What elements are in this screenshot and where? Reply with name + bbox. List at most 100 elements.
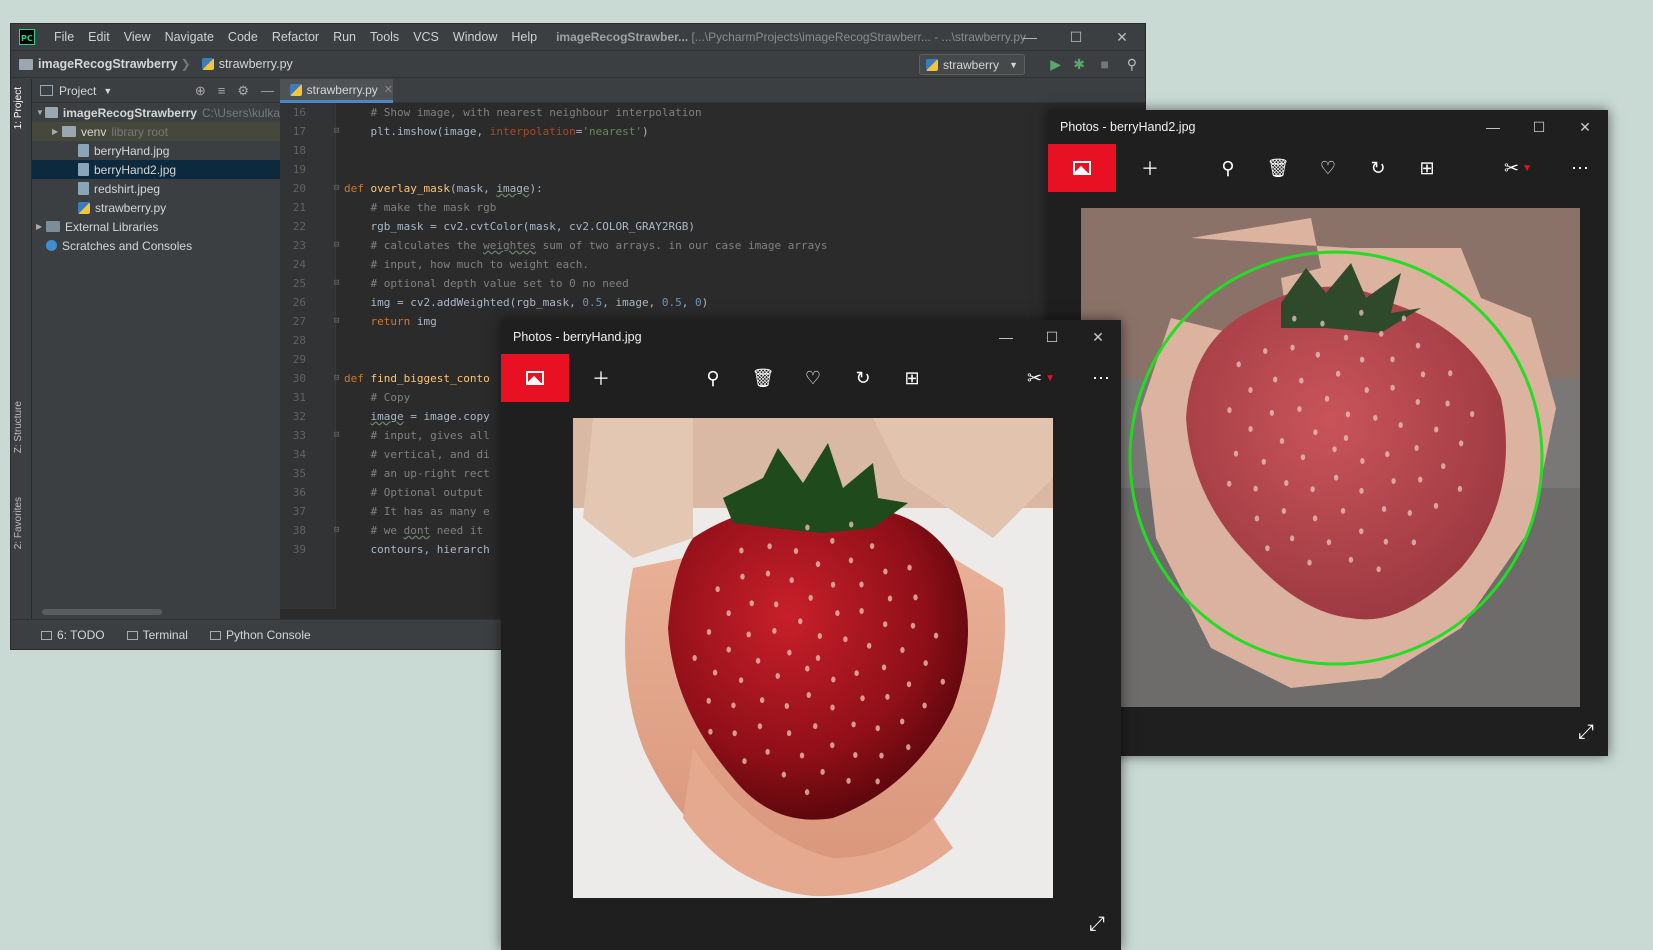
favorite-icon[interactable]: ♡ — [1308, 144, 1348, 192]
tab-strawberry-py[interactable]: strawberry.py ✕ — [280, 79, 393, 103]
locate-icon[interactable]: ⊕ — [195, 83, 206, 99]
seed — [907, 564, 912, 571]
seed — [843, 636, 848, 643]
edit-icon[interactable]: ✂ ▼ — [1021, 354, 1061, 402]
collapsed-arrow-icon[interactable]: ▶ — [52, 127, 62, 136]
favorite-icon[interactable]: ♡ — [793, 354, 833, 402]
delete-icon[interactable]: 🗑 — [743, 354, 783, 402]
code-text: # vertical, and di — [344, 448, 490, 461]
add-icon[interactable]: ＋ — [1130, 144, 1170, 192]
python-file-icon — [201, 58, 214, 70]
dropdown-arrow-icon[interactable]: ▼ — [103, 86, 112, 96]
fold-marker-icon[interactable]: ⊟ — [334, 236, 339, 255]
tree-item[interactable]: ▶ venv library root — [32, 122, 280, 141]
minimize-icon[interactable]: — — [1007, 24, 1053, 50]
add-icon[interactable]: ＋ — [581, 354, 621, 402]
menu-item-tools[interactable]: Tools — [363, 30, 406, 44]
seed — [875, 778, 880, 785]
close-icon[interactable]: ✕ — [1099, 24, 1145, 50]
seed — [772, 627, 777, 634]
fold-marker-icon[interactable]: ⊟ — [334, 426, 339, 445]
close-icon[interactable]: ✕ — [1562, 110, 1608, 144]
maximize-icon[interactable]: ☐ — [1516, 110, 1562, 144]
minimize-icon[interactable]: — — [1470, 110, 1516, 144]
zoom-icon[interactable]: ⚲ — [1208, 144, 1248, 192]
tree-item[interactable]: ▼ imageRecogStrawberry C:\Users\kulka — [32, 103, 280, 122]
collapsed-arrow-icon[interactable]: ▶ — [36, 222, 46, 231]
tree-item[interactable]: berryHand2.jpg — [32, 160, 280, 179]
collapse-icon[interactable]: ≡ — [218, 83, 226, 99]
breadcrumb-file[interactable]: strawberry.py — [219, 57, 293, 71]
seed — [1289, 535, 1295, 542]
fold-marker-icon[interactable]: ⊟ — [334, 369, 339, 388]
seed — [1345, 411, 1351, 418]
menu-item-edit[interactable]: Edit — [81, 30, 117, 44]
menu-item-vcs[interactable]: VCS — [406, 30, 446, 44]
seed — [1297, 406, 1302, 413]
bottom-tab[interactable]: 6: TODO — [41, 628, 105, 642]
tree-item[interactable]: strawberry.py — [32, 198, 280, 217]
menu-item-window[interactable]: Window — [446, 30, 504, 44]
debug-icon[interactable]: ✱ — [1073, 56, 1085, 73]
menu-item-run[interactable]: Run — [326, 30, 363, 44]
close-icon[interactable]: ✕ — [1075, 320, 1121, 354]
fold-marker-icon[interactable]: ⊟ — [334, 122, 339, 141]
tool-tab-favorites[interactable]: 2: Favorites — [13, 497, 24, 549]
menu-item-file[interactable]: File — [47, 30, 81, 44]
rotate-icon[interactable]: ↻ — [843, 354, 883, 402]
tool-tab-structure[interactable]: Z: Structure — [13, 401, 24, 453]
menu-item-refactor[interactable]: Refactor — [265, 30, 326, 44]
zoom-icon[interactable]: ⚲ — [693, 354, 733, 402]
stop-icon[interactable]: ■ — [1101, 56, 1109, 72]
tree-item[interactable]: Scratches and Consoles — [32, 236, 280, 255]
line-number: 27 — [292, 315, 306, 328]
menu-item-help[interactable]: Help — [504, 30, 544, 44]
more-icon[interactable]: ⋯ — [1081, 354, 1121, 402]
delete-icon[interactable]: 🗑 — [1258, 144, 1298, 192]
search-icon[interactable]: ⚲ — [1127, 56, 1137, 73]
edit-icon[interactable]: ✂ ▼ — [1498, 144, 1538, 192]
fold-marker-icon[interactable]: ⊟ — [334, 312, 339, 331]
menu-item-view[interactable]: View — [117, 30, 158, 44]
menu-item-code[interactable]: Code — [221, 30, 265, 44]
seed — [906, 744, 911, 751]
breadcrumb-project[interactable]: imageRecogStrawberry — [38, 57, 178, 71]
see-all-photos-button[interactable] — [1048, 144, 1116, 192]
rotate-icon[interactable]: ↻ — [1358, 144, 1398, 192]
expanded-arrow-icon[interactable]: ▼ — [36, 108, 45, 117]
project-view-select[interactable]: Project — [59, 84, 96, 98]
fold-marker-icon[interactable]: ⊟ — [334, 179, 339, 198]
hide-icon[interactable]: — — [261, 83, 274, 99]
minimize-icon[interactable]: — — [983, 320, 1029, 354]
tree-item[interactable]: berryHand.jpg — [32, 141, 280, 160]
project-panel-header: Project ▼ ⊕ ≡ ⚙ — — [32, 79, 280, 103]
more-icon[interactable]: ⋯ — [1560, 144, 1600, 192]
seed — [887, 595, 893, 602]
menu-item-navigate[interactable]: Navigate — [158, 30, 221, 44]
code-text: rgb_mask = cv2.cvtColor(mask, cv2.COLOR_… — [344, 220, 695, 233]
run-configuration-select[interactable]: strawberry ▼ — [919, 54, 1025, 75]
image-file-icon — [78, 144, 89, 157]
gear-icon[interactable]: ⚙ — [237, 83, 249, 99]
seed — [815, 655, 821, 661]
maximize-icon[interactable]: ☐ — [1029, 320, 1075, 354]
tool-tab-project[interactable]: 1: Project — [13, 87, 24, 129]
run-icon[interactable]: ▶ — [1050, 56, 1061, 73]
tree-item[interactable]: redshirt.jpeg — [32, 179, 280, 198]
fullscreen-icon[interactable]: ⤢ — [1578, 721, 1594, 744]
fullscreen-icon[interactable]: ⤢ — [1089, 913, 1105, 936]
bottom-tab[interactable]: Python Console — [209, 628, 311, 642]
fold-marker-icon[interactable]: ⊟ — [334, 521, 339, 540]
photos-toolbar: ＋ ⚲ 🗑 ♡ ↻ ⊞ ✂ ▼ ⋯ — [501, 354, 1121, 402]
fold-marker-icon[interactable]: ⊟ — [334, 274, 339, 293]
tree-item[interactable]: ▶ External Libraries — [32, 217, 280, 236]
horizontal-scrollbar[interactable] — [42, 609, 162, 615]
crop-icon[interactable]: ⊞ — [1407, 144, 1447, 192]
crop-icon[interactable]: ⊞ — [892, 354, 932, 402]
seed — [835, 610, 840, 617]
see-all-photos-button[interactable] — [501, 354, 569, 402]
bottom-tab[interactable]: Terminal — [126, 628, 188, 642]
seed — [739, 547, 744, 554]
close-tab-icon[interactable]: ✕ — [384, 83, 393, 96]
maximize-icon[interactable]: ☐ — [1053, 24, 1099, 50]
